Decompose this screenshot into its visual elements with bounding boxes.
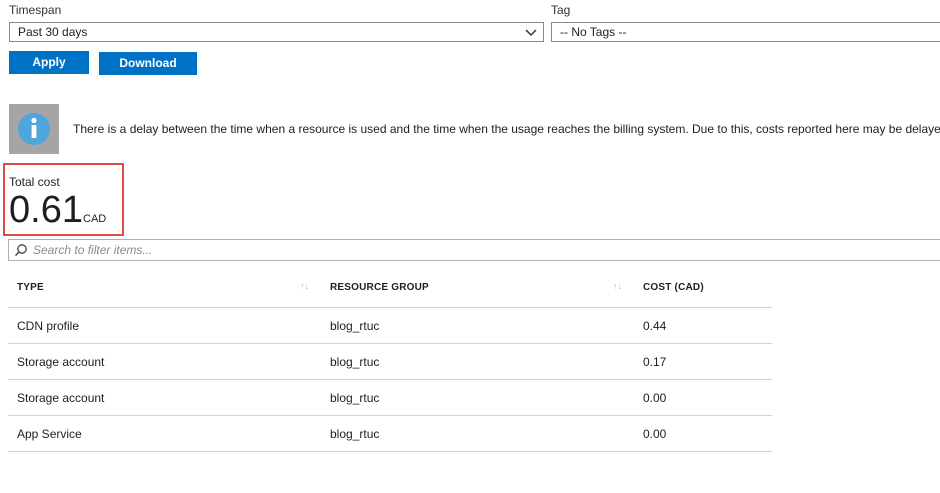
table-cell-type: Storage account [17, 391, 105, 405]
notice-text: There is a delay between the time when a… [73, 122, 940, 136]
chevron-down-icon [525, 29, 537, 37]
info-icon [18, 113, 50, 145]
table-cell-type: Storage account [17, 355, 105, 369]
column-header-resource-group[interactable]: RESOURCE GROUP [330, 282, 429, 293]
timespan-dropdown[interactable]: Past 30 days [9, 22, 544, 42]
download-button[interactable]: Download [99, 52, 197, 75]
apply-button[interactable]: Apply [9, 51, 89, 74]
table-cell-cost: 0.17 [643, 355, 667, 369]
tag-label: Tag [551, 3, 571, 17]
search-placeholder: Search to filter items... [33, 243, 153, 257]
total-cost-label: Total cost [9, 175, 60, 189]
row-divider [8, 379, 772, 380]
timespan-value: Past 30 days [18, 25, 88, 39]
column-header-type[interactable]: TYPE [17, 282, 44, 293]
table-cell-group: blog_rtuc [330, 391, 380, 405]
total-cost-currency: CAD [83, 213, 107, 225]
table-cell-type: App Service [17, 427, 82, 441]
row-divider [8, 307, 772, 308]
sort-icon[interactable]: ↑↓ [613, 281, 622, 291]
tag-value: -- No Tags -- [560, 25, 627, 39]
row-divider [8, 343, 772, 344]
total-cost-value: 0.61 [9, 189, 83, 231]
info-icon-box [9, 104, 59, 154]
table-cell-group: blog_rtuc [330, 319, 380, 333]
row-divider [8, 415, 772, 416]
table-cell-group: blog_rtuc [330, 427, 380, 441]
tag-dropdown[interactable]: -- No Tags -- [551, 22, 940, 42]
table-cell-type: CDN profile [17, 319, 80, 333]
table-cell-cost: 0.00 [643, 391, 667, 405]
timespan-label: Timespan [9, 3, 62, 17]
sort-icon[interactable]: ↑↓ [300, 281, 309, 291]
table-cell-cost: 0.00 [643, 427, 667, 441]
row-divider [8, 451, 772, 452]
search-icon [14, 244, 27, 257]
column-header-cost[interactable]: COST (CAD) [643, 282, 704, 293]
table-cell-cost: 0.44 [643, 319, 667, 333]
search-input[interactable]: Search to filter items... [8, 239, 940, 261]
table-cell-group: blog_rtuc [330, 355, 380, 369]
